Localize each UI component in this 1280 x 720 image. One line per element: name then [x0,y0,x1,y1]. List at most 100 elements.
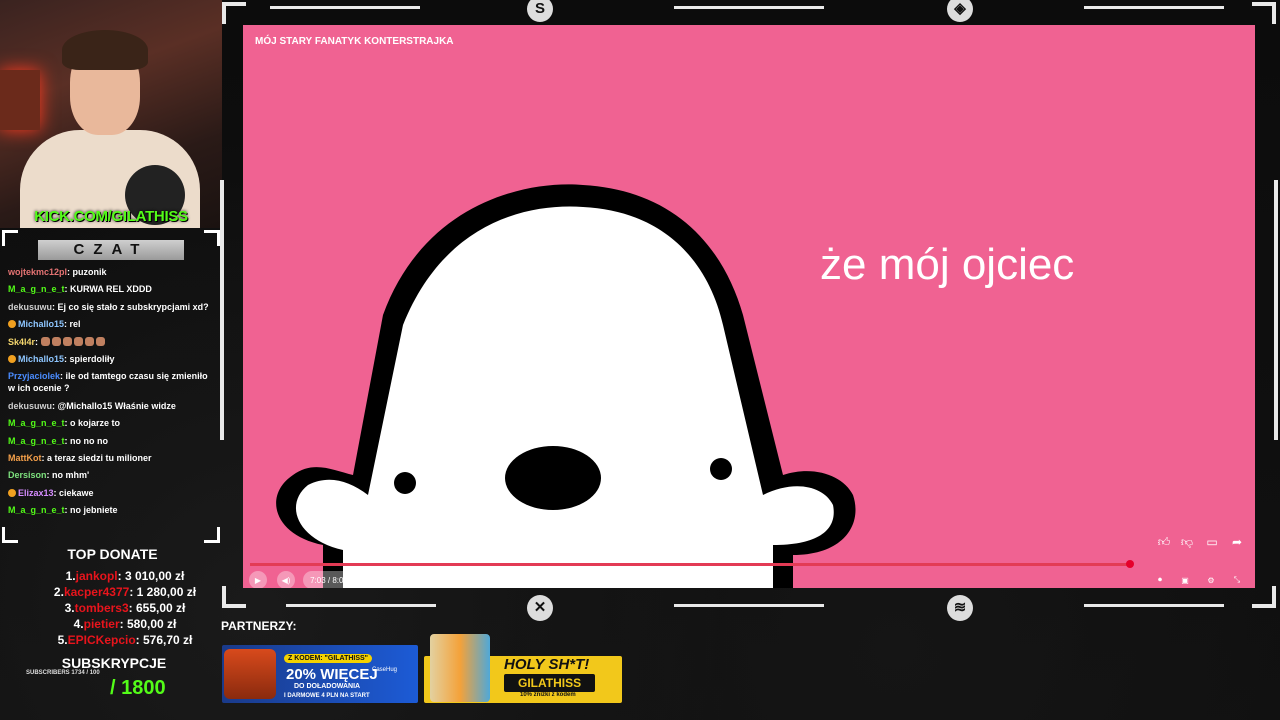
chat-username[interactable]: M_a_g_n_e_t [8,505,65,515]
top-donate-list: 1.jankopl: 3 010,00 zł 2.kacper4377: 1 28… [30,568,220,648]
partners-label: PARTNERZY: [221,619,297,633]
donate-name: pietier [83,617,120,631]
video-progress-scrubber[interactable] [1126,560,1134,568]
kick-link-prefix: KICK.COM/ [34,208,112,225]
like-button[interactable]: 👍︎ [1153,532,1175,552]
donate-amount: 576,70 zł [143,633,193,647]
video-player[interactable]: MÓJ STARY FANATYK KONTERSTRAJKA że mój o… [243,25,1255,588]
autoplay-toggle[interactable]: ⏺ [1149,571,1171,588]
share-button[interactable]: ➦ [1226,532,1248,552]
captions-button[interactable]: ▣ [1175,571,1195,588]
subscriptions-counter: SUBSCRIBERS 1734 / 100 [26,670,100,676]
top-donate-title: TOP DONATE [67,546,158,562]
chat-message: dekusuwu: Ej co się stało z subskrypcjam… [8,301,212,313]
chat-text: Ej co się stało z subskrypcjami xd? [57,301,209,312]
chat-username[interactable]: M_a_g_n_e_t [8,418,65,428]
chevron-up-button[interactable]: ⌃ [740,571,758,588]
frame-bar [270,6,420,9]
chat-message: M_a_g_n_e_t: o kojarze to [8,417,212,429]
frame-side-bar [220,180,224,440]
frame-bar [674,6,824,9]
donate-amount: 655,00 zł [136,601,186,615]
kick-link-name: GILATHISS [111,208,189,225]
chat-username[interactable]: MattKot [8,453,42,463]
chat-username[interactable]: dekusuwu [8,401,52,411]
partner-ad-holyshit[interactable]: HOLY SH*T! GILATHISS 10% zniżki z kodem [424,634,622,703]
chat-text: spierdoliły [69,353,115,364]
donate-separator: : [129,585,137,599]
volume-button[interactable]: ◀) [277,571,295,588]
donate-amount: 3 010,00 zł [124,569,185,583]
donate-name: tombers3 [74,601,129,615]
thumbs-down-icon: 👎︎ [1180,535,1194,549]
donate-separator: : [135,633,143,647]
donate-amount: 580,00 zł [127,617,177,631]
chat-message: Przyjaciolek: ile od tamtego czasu się z… [8,370,212,394]
donate-separator: : [128,601,136,615]
dislike-button[interactable]: 👎︎ [1176,532,1198,552]
frame-logo-icon: S [527,0,553,22]
chat-username[interactable]: Przyjaciolek [8,371,60,381]
ad-product-image [430,634,490,702]
ad-headline: HOLY SH*T! [504,656,590,673]
chat-text: rel [69,319,81,330]
frame-logo-icon: ◈ [947,0,973,22]
ad-line2: DO DOŁADOWANIA [294,683,361,690]
chat-text: KURWA REL XDDD [70,284,152,295]
comment-button[interactable]: ▭ [1201,532,1223,552]
frame-bar [674,604,824,607]
thumbs-up-icon: 👍︎ [1157,535,1171,549]
frame-bracket-br [1252,586,1276,608]
chat-username[interactable]: Dersison [8,470,47,480]
chat-emote-icon [51,336,61,346]
settings-button[interactable]: ⚙ [1201,571,1221,588]
chat-corner-tl [2,230,18,246]
donate-entry: 1.jankopl: 3 010,00 zł [30,568,220,584]
chat-list: wojtekmc12pl: puzonik M_a_g_n_e_t: KURWA … [8,266,212,521]
chat-message: Michallo15: spierdoliły [8,353,212,365]
donate-entry: 4.pietier: 580,00 zł [30,616,220,632]
chat-message: M_a_g_n_e_t: KURWA REL XDDD [8,283,212,295]
ad-promo-code: Z KODEM: "GILATHISS" [284,654,373,663]
share-icon: ➦ [1231,535,1243,549]
chat-message: Dersison: no mhm' [8,469,212,481]
ad-brand-logo: CaseHug [372,667,398,673]
chat-username[interactable]: dekusuwu [8,302,52,312]
chat-username[interactable]: Michallo15 [18,319,64,329]
chat-username[interactable]: Michallo15 [18,354,64,364]
donate-entry: 2.kacper4377: 1 280,00 zł [30,584,220,600]
chevron-up-icon: ⌃ [745,575,753,585]
frame-bracket-tr [1252,2,1276,24]
donate-amount: 1 280,00 zł [136,585,197,599]
ghost-character-illustration [276,184,856,588]
donate-name: jankopl [75,569,118,583]
frame-bracket-bl [222,586,246,608]
play-button[interactable]: ▶ [249,571,267,588]
chat-username[interactable]: M_a_g_n_e_t [8,284,65,294]
kick-channel-link: KICK.COM/GILATHISS [0,208,222,225]
chat-message: wojtekmc12pl: puzonik [8,266,212,278]
donate-name: kacper4377 [63,585,130,599]
stream-layout: KICK.COM/GILATHISS CZAT wojtekmc12pl: pu… [0,0,1280,720]
subscriber-badge-icon [8,320,16,329]
video-progress-bar[interactable] [250,563,1130,566]
frame-bar [1084,6,1224,9]
frame-bar [286,604,436,607]
chat-emote-icon [95,336,105,346]
chat-text: puzonik [72,267,107,277]
chat-emote-icon [73,336,83,346]
chat-text: no no no [70,435,109,446]
chat-text: no jebniete [70,505,118,516]
partner-ad-casehug[interactable]: Z KODEM: "GILATHISS" 20% WIĘCEJ DO DOŁAD… [222,645,418,703]
frame-logo-icon: ✕ [527,595,553,621]
ad-chest-image [224,649,276,699]
chat-username[interactable]: wojtekmc12pl [8,267,67,277]
chat-username[interactable]: M_a_g_n_e_t [8,436,65,446]
chat-username[interactable]: Elizax13 [18,488,54,498]
webcam-feed [0,0,222,228]
ad-note: 10% zniżki z kodem [520,692,576,698]
chat-emote-icon [62,336,72,346]
chat-username[interactable]: Sk4l4r [8,337,35,347]
chat-separator: : [35,336,41,347]
minimize-button[interactable]: ⤡ [1227,571,1247,588]
